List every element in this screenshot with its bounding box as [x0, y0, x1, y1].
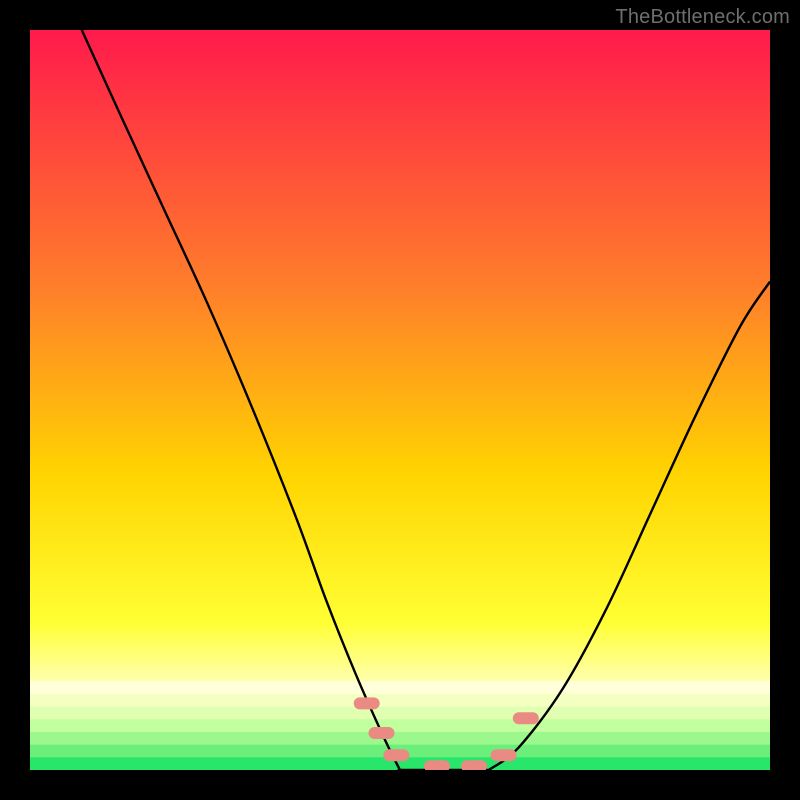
marker-pill	[369, 727, 395, 739]
chart-svg	[30, 30, 770, 770]
marker-pill	[513, 712, 539, 724]
gradient-background	[30, 30, 770, 770]
marker-pill	[354, 697, 380, 709]
marker-pill	[461, 760, 487, 770]
plot-area	[30, 30, 770, 770]
marker-pill	[424, 760, 450, 770]
marker-pill	[491, 749, 517, 761]
watermark-text: TheBottleneck.com	[615, 6, 790, 29]
chart-frame: TheBottleneck.com	[0, 0, 800, 800]
marker-pill	[383, 749, 409, 761]
